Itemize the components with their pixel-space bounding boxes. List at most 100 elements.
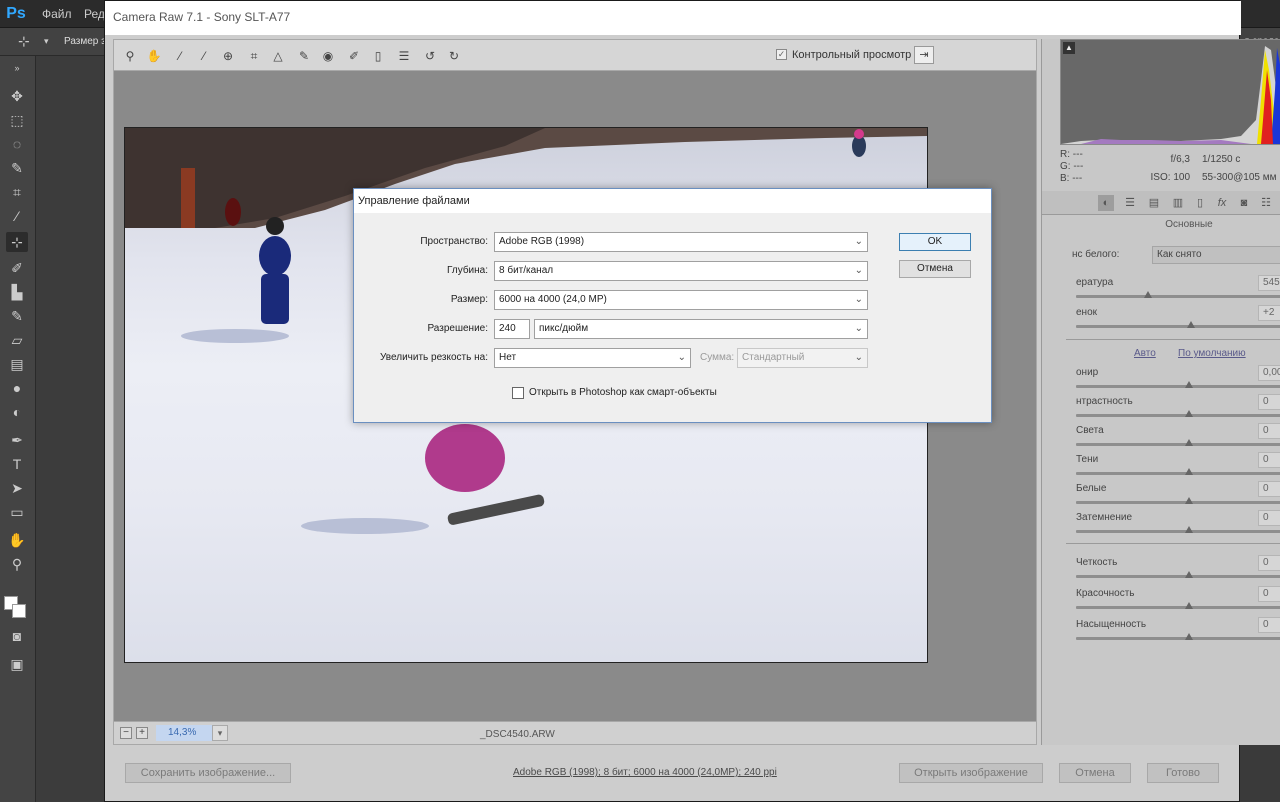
slider-value-field[interactable]: 0: [1258, 586, 1280, 602]
auto-link[interactable]: Авто: [1134, 348, 1156, 359]
slider-track[interactable]: [1076, 468, 1280, 475]
open-image-button[interactable]: Открыть изображение: [899, 763, 1043, 783]
done-button[interactable]: Готово: [1147, 763, 1219, 783]
slider-track[interactable]: [1076, 381, 1280, 388]
gradient-tool-icon[interactable]: ▤: [6, 354, 28, 374]
rotate-left-icon[interactable]: ↺: [422, 48, 438, 64]
brush-tool-icon[interactable]: ✐: [6, 258, 28, 278]
quick-select-icon[interactable]: ✎: [6, 158, 28, 178]
dodge-tool-icon[interactable]: ◐: [6, 402, 28, 422]
quick-mask-icon[interactable]: ◙: [6, 626, 28, 646]
screen-mode-icon[interactable]: ▣: [6, 654, 28, 674]
slider-value-field[interactable]: 0: [1258, 481, 1280, 497]
tab-lens-icon[interactable]: ▯: [1192, 195, 1208, 211]
tab-basic-icon[interactable]: ◐: [1098, 195, 1114, 211]
slider-thumb[interactable]: [1185, 497, 1193, 504]
preferences-icon[interactable]: ☰: [396, 48, 412, 64]
slider-track[interactable]: [1076, 526, 1280, 533]
default-link[interactable]: По умолчанию: [1178, 348, 1246, 359]
zoom-icon[interactable]: ⚲: [122, 48, 138, 64]
spot-removal-icon[interactable]: ✎: [296, 48, 312, 64]
rotate-right-icon[interactable]: ↻: [446, 48, 462, 64]
pen-tool-icon[interactable]: ✒: [6, 430, 28, 450]
blur-tool-icon[interactable]: ●: [6, 378, 28, 398]
slider-value-field[interactable]: 0: [1258, 423, 1280, 439]
amount-select[interactable]: Стандартный ⌄: [737, 348, 868, 368]
save-image-button[interactable]: Сохранить изображение...: [125, 763, 291, 783]
smart-objects-checkbox[interactable]: [512, 387, 524, 399]
background-color-swatch[interactable]: [12, 604, 26, 618]
dialog-cancel-button[interactable]: Отмена: [899, 260, 971, 278]
slider-value-field[interactable]: 0: [1258, 555, 1280, 571]
slider-track[interactable]: [1076, 633, 1280, 640]
slider-track[interactable]: [1076, 602, 1280, 609]
depth-select[interactable]: 8 бит/канал ⌄: [494, 261, 868, 281]
slider-thumb[interactable]: [1185, 571, 1193, 578]
white-balance-icon[interactable]: ⁄: [172, 48, 188, 64]
cancel-button[interactable]: Отмена: [1059, 763, 1131, 783]
tab-hsl-icon[interactable]: ▥: [1170, 195, 1186, 211]
slider-thumb[interactable]: [1144, 291, 1153, 298]
tab-tone-curve-icon[interactable]: ☰: [1122, 195, 1138, 211]
crop-icon[interactable]: ⌗: [246, 48, 262, 64]
tab-camera-icon[interactable]: ◙: [1236, 195, 1252, 211]
slider-value-field[interactable]: 0,00: [1258, 365, 1280, 381]
sharpen-select[interactable]: Нет ⌄: [494, 348, 691, 368]
slider-thumb[interactable]: [1185, 381, 1193, 388]
hand-tool-icon[interactable]: ✋: [6, 530, 28, 550]
color-sampler-icon[interactable]: ⁄: [196, 48, 212, 64]
slider-value-field[interactable]: +2: [1258, 305, 1280, 321]
space-select[interactable]: Adobe RGB (1998) ⌄: [494, 232, 868, 252]
slider-track[interactable]: [1076, 439, 1280, 446]
slider-thumb[interactable]: [1185, 410, 1193, 417]
eyedropper-tool-icon[interactable]: ⁄: [6, 206, 28, 226]
slider-track[interactable]: [1076, 497, 1280, 504]
slider-value-field[interactable]: 0: [1258, 452, 1280, 468]
graduated-filter-icon[interactable]: ▯: [370, 48, 386, 64]
slider-thumb[interactable]: [1185, 439, 1193, 446]
menu-edit[interactable]: Ред: [84, 7, 105, 21]
slider-track[interactable]: [1076, 291, 1280, 298]
lasso-tool-icon[interactable]: ◌: [6, 134, 28, 154]
ok-button[interactable]: OK: [899, 233, 971, 251]
marquee-tool-icon[interactable]: ⬚: [6, 110, 28, 130]
tab-presets-icon[interactable]: ☷: [1258, 195, 1274, 211]
slider-track[interactable]: [1076, 410, 1280, 417]
collapse-icon[interactable]: »: [6, 58, 28, 78]
tab-detail-icon[interactable]: ▤: [1146, 195, 1162, 211]
white-balance-select[interactable]: Как снято ▾: [1152, 246, 1280, 264]
hand-icon[interactable]: ✋: [146, 48, 162, 64]
type-tool-icon[interactable]: T: [6, 454, 28, 474]
healing-tool-icon[interactable]: ⊹: [6, 232, 28, 252]
zoom-tool-icon[interactable]: ⚲: [6, 554, 28, 574]
slider-value-field[interactable]: 0: [1258, 617, 1280, 633]
zoom-in-button[interactable]: +: [136, 727, 148, 739]
menu-file[interactable]: Файл: [42, 7, 72, 21]
tool-preset-icon[interactable]: ⊹: [18, 33, 30, 50]
slider-track[interactable]: [1076, 571, 1280, 578]
slider-thumb[interactable]: [1185, 633, 1193, 640]
crop-tool-icon[interactable]: ⌗: [6, 182, 28, 202]
size-select[interactable]: 6000 на 4000 (24,0 МР) ⌄: [494, 290, 868, 310]
straighten-icon[interactable]: △: [270, 48, 286, 64]
slider-track[interactable]: [1076, 321, 1280, 328]
shape-tool-icon[interactable]: ▭: [6, 502, 28, 522]
slider-value-field[interactable]: 0: [1258, 510, 1280, 526]
eraser-tool-icon[interactable]: ▱: [6, 330, 28, 350]
chevron-down-icon[interactable]: ▾: [44, 36, 49, 47]
preview-checkbox[interactable]: ✓: [776, 49, 787, 60]
history-brush-icon[interactable]: ✎: [6, 306, 28, 326]
slider-value-field[interactable]: 5450: [1258, 275, 1280, 291]
move-tool-icon[interactable]: ✥: [6, 86, 28, 106]
adjustment-brush-icon[interactable]: ✐: [346, 48, 362, 64]
slider-value-field[interactable]: 0: [1258, 394, 1280, 410]
red-eye-icon[interactable]: ◉: [320, 48, 336, 64]
fullscreen-icon[interactable]: ⇥: [914, 46, 934, 64]
slider-thumb[interactable]: [1187, 321, 1196, 328]
slider-thumb[interactable]: [1185, 526, 1193, 533]
slider-thumb[interactable]: [1185, 468, 1193, 475]
slider-thumb[interactable]: [1185, 602, 1193, 609]
target-adjust-icon[interactable]: ⊕: [220, 48, 236, 64]
resolution-unit-select[interactable]: пикс/дюйм ⌄: [534, 319, 868, 339]
path-select-icon[interactable]: ➤: [6, 478, 28, 498]
